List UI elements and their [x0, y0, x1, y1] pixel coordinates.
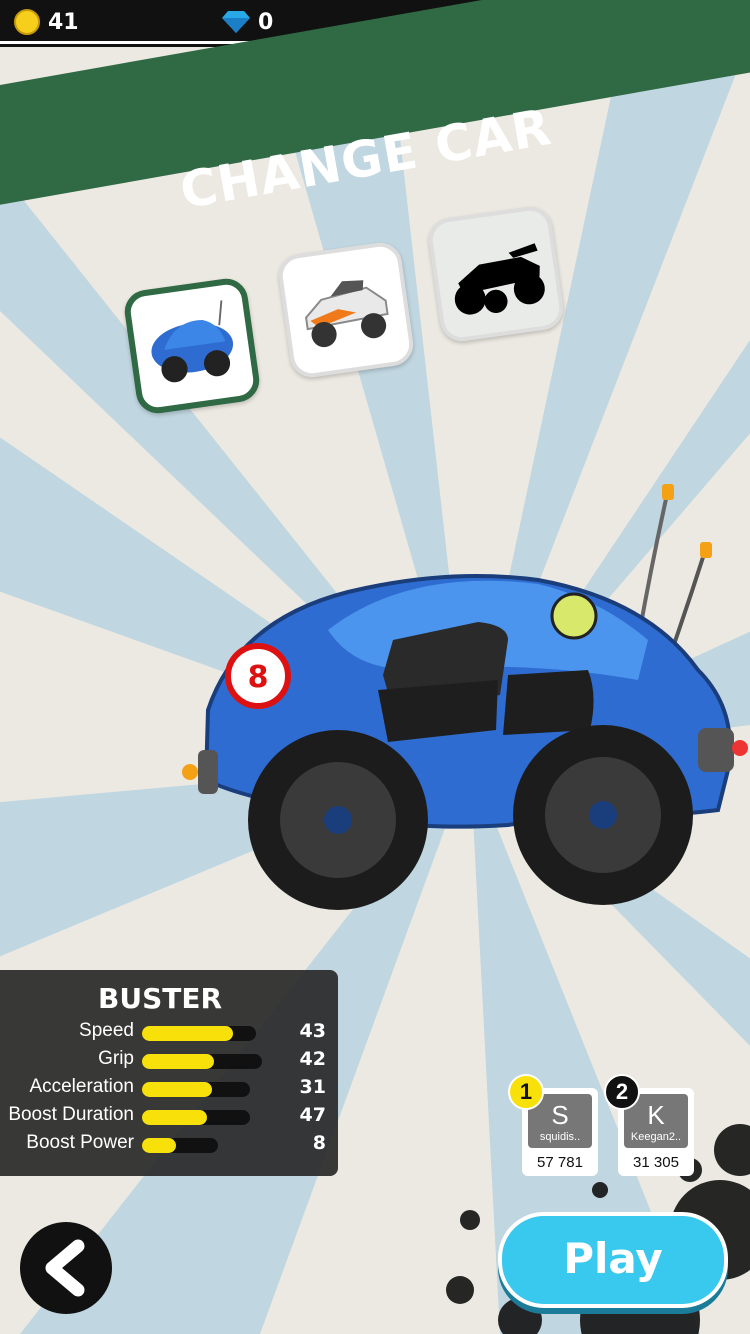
stat-row-boost-duration: Boost Duration 47 — [0, 1104, 338, 1130]
stat-label: Grip — [98, 1048, 134, 1069]
player-score: 57 781 — [537, 1154, 583, 1171]
stat-value: 47 — [299, 1104, 326, 1126]
car-preview: 8 — [182, 484, 748, 910]
coin-count: 41 — [48, 9, 79, 35]
play-button[interactable]: Play — [498, 1212, 728, 1308]
stat-label: Acceleration — [29, 1076, 134, 1097]
stat-value: 8 — [312, 1132, 326, 1154]
stat-bar — [142, 1082, 250, 1097]
player-name: squidis.. — [539, 1131, 581, 1143]
stat-row-grip: Grip 42 — [0, 1048, 338, 1074]
gem-counter: 0 — [222, 6, 273, 38]
stat-fill — [142, 1110, 207, 1125]
gem-count: 0 — [258, 9, 274, 35]
car-thumb-buster[interactable] — [121, 275, 263, 417]
chevron-left-icon — [45, 1239, 85, 1297]
rank-badge: 1 — [508, 1074, 544, 1110]
stat-fill — [142, 1054, 214, 1069]
stat-label: Boost Power — [26, 1132, 134, 1153]
car-name: BUSTER — [97, 982, 223, 1015]
stat-value: 43 — [299, 1020, 326, 1042]
blue-car-icon — [151, 300, 234, 383]
rank-badge: 2 — [604, 1074, 640, 1110]
stat-bar — [142, 1138, 218, 1153]
car-stats-panel: BUSTER Speed 43 Grip 42 Acceleration 31 … — [0, 970, 338, 1176]
car-thumb-buggy[interactable] — [275, 239, 417, 381]
stat-value: 42 — [299, 1048, 326, 1070]
stat-row-acceleration: Acceleration 31 — [0, 1076, 338, 1102]
stat-bar — [142, 1054, 262, 1069]
stat-value: 31 — [299, 1076, 326, 1098]
car-thumb-locked[interactable] — [425, 203, 567, 345]
stat-fill — [142, 1082, 213, 1097]
back-button[interactable] — [20, 1222, 112, 1314]
stat-bar — [142, 1026, 256, 1041]
player-score: 31 305 — [633, 1154, 679, 1171]
coin-counter: 41 — [14, 6, 79, 38]
stat-row-boost-power: Boost Power 8 — [0, 1132, 338, 1158]
locked-car-silhouette-icon — [454, 243, 545, 315]
gem-icon — [222, 11, 250, 33]
orange-buggy-icon — [305, 280, 389, 348]
coin-icon — [14, 9, 40, 35]
svg-text:8: 8 — [248, 660, 269, 695]
stat-bar — [142, 1110, 250, 1125]
stat-fill — [142, 1138, 177, 1153]
player-name: Keegan2.. — [630, 1131, 682, 1143]
stat-label: Boost Duration — [8, 1104, 134, 1125]
stat-label: Speed — [79, 1020, 134, 1041]
stat-row-speed: Speed 43 — [0, 1020, 338, 1046]
stat-fill — [142, 1026, 234, 1041]
